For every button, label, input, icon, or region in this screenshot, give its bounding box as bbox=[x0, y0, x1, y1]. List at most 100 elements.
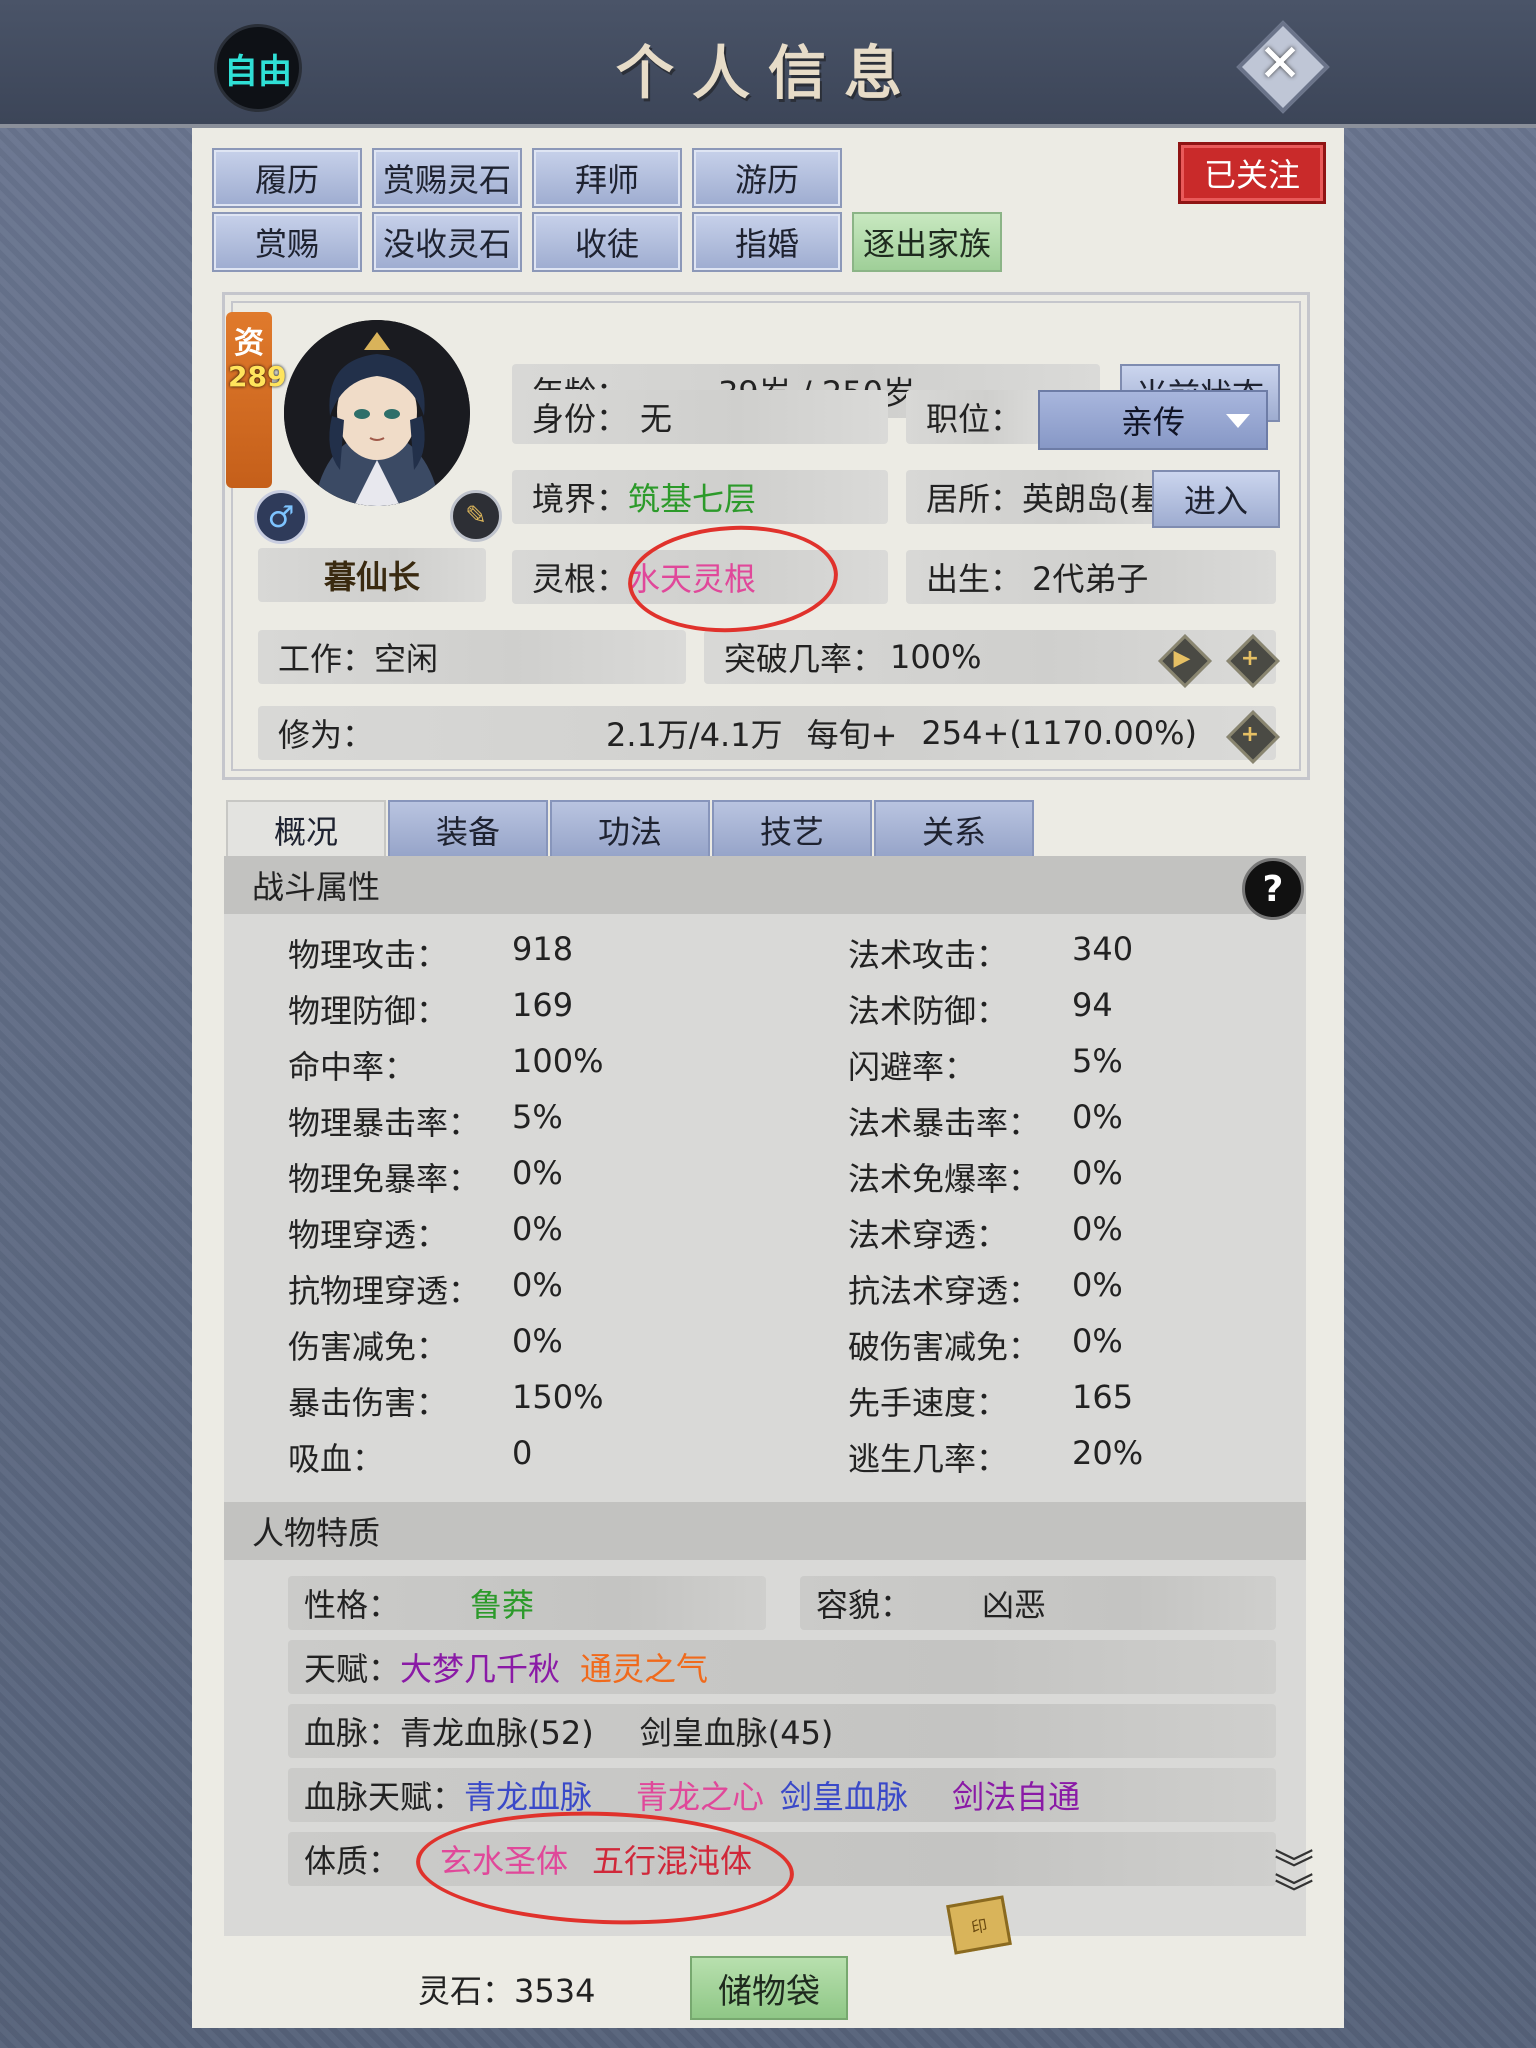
breakthrough-play-button[interactable]: ▶ bbox=[1158, 634, 1212, 688]
realm-field: 境界： 筑基七层 bbox=[512, 470, 888, 524]
seal-stamp-icon: 印 bbox=[946, 1895, 1012, 1955]
stat-value: 0% bbox=[512, 1210, 563, 1248]
cultivation-label: 修为： bbox=[278, 716, 375, 754]
top-bar: 自由 个人信息 ✕ bbox=[0, 0, 1536, 128]
bloodline-value: 青龙血脉(52) bbox=[400, 1714, 594, 1752]
talent-value: 通灵之气 bbox=[580, 1650, 709, 1688]
apprentice-button[interactable]: 拜师 bbox=[532, 148, 682, 208]
stat-value: 5% bbox=[512, 1098, 563, 1136]
stat-value: 0% bbox=[512, 1266, 563, 1304]
close-button[interactable]: ✕ bbox=[1236, 20, 1330, 114]
reward-button[interactable]: 赏赐 bbox=[212, 212, 362, 272]
travel-button[interactable]: 游历 bbox=[692, 148, 842, 208]
play-icon: ▶ bbox=[1173, 645, 1191, 671]
help-button[interactable]: ? bbox=[1242, 858, 1304, 920]
brush-edit-icon[interactable]: ✎ bbox=[450, 490, 502, 542]
personality-value: 鲁莽 bbox=[470, 1586, 535, 1624]
realm-label: 境界： bbox=[532, 480, 629, 518]
personality-row: 性格： 鲁莽 bbox=[288, 1576, 766, 1630]
per-period-value: 254+(1170.00%) bbox=[921, 714, 1198, 752]
looks-label: 容貌： bbox=[816, 1586, 913, 1624]
stat-value: 20% bbox=[1072, 1434, 1144, 1472]
stat-label: 先手速度： bbox=[848, 1384, 1009, 1422]
stat-value: 0% bbox=[1072, 1266, 1123, 1304]
tab-equipment[interactable]: 装备 bbox=[388, 800, 548, 860]
cultivation-plus-button[interactable]: + bbox=[1226, 710, 1280, 764]
work-value: 空闲 bbox=[374, 640, 439, 678]
aptitude-value: 289 bbox=[228, 360, 287, 393]
position-select[interactable]: 亲传 bbox=[1038, 390, 1268, 450]
physique-label: 体质： bbox=[304, 1842, 401, 1880]
stat-value: 5% bbox=[1072, 1042, 1123, 1080]
identity-field: 身份： 无 bbox=[512, 390, 888, 444]
bloodline-talent-label: 血脉天赋： bbox=[304, 1778, 465, 1816]
stat-value: 0% bbox=[1072, 1098, 1123, 1136]
aptitude-label: 资 bbox=[234, 326, 264, 361]
scroll-down-icon[interactable]: ︾ ︾ bbox=[1274, 1850, 1314, 1914]
avatar[interactable] bbox=[284, 320, 470, 506]
followed-button[interactable]: 已关注 bbox=[1178, 142, 1326, 204]
stat-label: 暴击伤害： bbox=[288, 1384, 449, 1422]
history-button[interactable]: 履历 bbox=[212, 148, 362, 208]
stat-label: 逃生几率： bbox=[848, 1440, 1009, 1478]
stat-label: 闪避率： bbox=[848, 1048, 977, 1086]
stat-value: 0% bbox=[512, 1322, 563, 1360]
spirit-stones: 灵石：3534 bbox=[418, 1966, 595, 2012]
name-plate[interactable]: 暮仙长 bbox=[258, 548, 486, 602]
looks-value: 凶恶 bbox=[982, 1586, 1047, 1624]
stat-value: 0% bbox=[1072, 1322, 1123, 1360]
residence-label: 居所： bbox=[926, 480, 1023, 518]
looks-row: 容貌： 凶恶 bbox=[800, 1576, 1276, 1630]
breakthrough-plus-button[interactable]: + bbox=[1226, 634, 1280, 688]
expel-button[interactable]: 逐出家族 bbox=[852, 212, 1002, 272]
plus-icon: + bbox=[1240, 721, 1260, 747]
work-label: 工作： bbox=[278, 640, 375, 678]
stat-label: 命中率： bbox=[288, 1048, 417, 1086]
combat-section-title: 战斗属性 bbox=[252, 868, 381, 906]
stat-value: 0% bbox=[1072, 1210, 1123, 1248]
confiscate-stones-button[interactable]: 没收灵石 bbox=[372, 212, 522, 272]
realm-value: 筑基七层 bbox=[628, 480, 757, 518]
take-disciple-button[interactable]: 收徒 bbox=[532, 212, 682, 272]
stat-value: 100% bbox=[512, 1042, 604, 1080]
birth-field: 出生： 2代弟子 bbox=[906, 550, 1276, 604]
help-icon: ? bbox=[1262, 868, 1284, 910]
per-period-label: 每旬+ bbox=[806, 716, 898, 754]
tab-techniques[interactable]: 功法 bbox=[550, 800, 710, 860]
spirit-root-label: 灵根： bbox=[532, 560, 629, 598]
stat-label: 物理防御： bbox=[288, 992, 449, 1030]
stat-label: 法术穿透： bbox=[848, 1216, 1009, 1254]
residence-field: 居所： 英朗岛(基 bbox=[906, 470, 1168, 524]
breakthrough-value: 100% bbox=[890, 638, 982, 676]
tab-overview[interactable]: 概况 bbox=[226, 800, 386, 860]
stat-value: 165 bbox=[1072, 1378, 1134, 1416]
work-field: 工作： 空闲 bbox=[258, 630, 686, 684]
traits-section-title: 人物特质 bbox=[252, 1514, 381, 1552]
stat-label: 法术暴击率： bbox=[848, 1104, 1041, 1142]
male-gender-icon: ♂ bbox=[254, 490, 308, 544]
traits-section-header: 人物特质 bbox=[224, 1502, 1306, 1560]
plus-icon: + bbox=[1240, 645, 1260, 671]
arrange-marriage-button[interactable]: 指婚 bbox=[692, 212, 842, 272]
enter-residence-button[interactable]: 进入 bbox=[1152, 470, 1280, 528]
stat-value: 340 bbox=[1072, 930, 1134, 968]
stat-value: 918 bbox=[512, 930, 574, 968]
stat-label: 物理穿透： bbox=[288, 1216, 449, 1254]
tab-skills[interactable]: 技艺 bbox=[712, 800, 872, 860]
bloodline-value: 剑皇血脉(45) bbox=[639, 1714, 834, 1752]
stones-label: 灵石： bbox=[418, 1972, 515, 2010]
bloodline-talent-row: 血脉天赋： 青龙血脉 青龙之心 剑皇血脉 剑法自通 bbox=[288, 1768, 1276, 1822]
cultivation-field: 修为： 2.1万/4.1万 每旬+ 254+(1170.00%) bbox=[258, 706, 1276, 760]
storage-bag-button[interactable]: 储物袋 bbox=[690, 1956, 848, 2020]
tab-relations[interactable]: 关系 bbox=[874, 800, 1034, 860]
stat-label: 吸血： bbox=[288, 1440, 385, 1478]
stat-value: 94 bbox=[1072, 986, 1113, 1024]
talent-row: 天赋： 大梦几千秋 通灵之气 bbox=[288, 1640, 1276, 1694]
reward-stones-button[interactable]: 赏赐灵石 bbox=[372, 148, 522, 208]
dropdown-arrow-icon bbox=[1226, 414, 1250, 428]
stat-label: 法术攻击： bbox=[848, 936, 1009, 974]
stat-label: 抗物理穿透： bbox=[288, 1272, 481, 1310]
stat-label: 法术防御： bbox=[848, 992, 1009, 1030]
talent-value: 大梦几千秋 bbox=[400, 1650, 561, 1688]
residence-value: 英朗岛(基 bbox=[1022, 480, 1163, 518]
